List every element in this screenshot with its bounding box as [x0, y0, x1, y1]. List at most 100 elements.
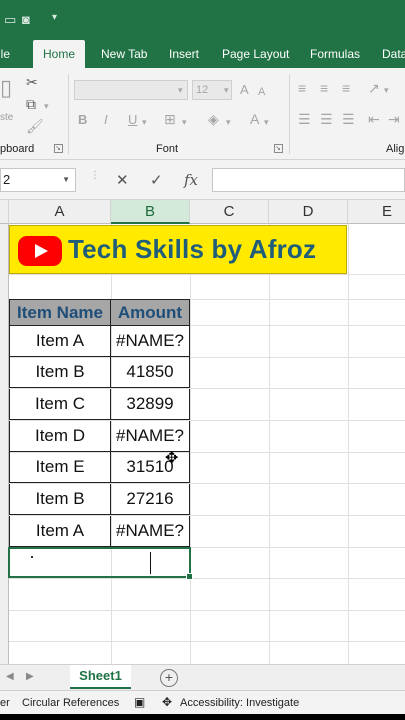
- formula-input[interactable]: [212, 168, 405, 192]
- borders-dropdown-icon[interactable]: ▾: [182, 114, 187, 130]
- underline-button[interactable]: U: [128, 112, 137, 128]
- table-cell-amount[interactable]: #NAME?: [111, 516, 190, 547]
- clipboard-launcher-icon[interactable]: ↘: [54, 144, 63, 153]
- row-headers[interactable]: [0, 224, 9, 664]
- align-bottom-icon[interactable]: ≡: [342, 80, 350, 96]
- paste-label[interactable]: ste: [0, 110, 13, 126]
- align-right-icon[interactable]: ☰: [342, 111, 355, 127]
- undo-icon[interactable]: ▭: [4, 12, 16, 28]
- column-header-d[interactable]: D: [269, 200, 348, 224]
- sheet-tab-bar: ◀ ▶ Sheet1 +: [0, 664, 405, 690]
- ribbon-tabs: ile Home New Tab Insert Page Layout Form…: [0, 40, 405, 68]
- name-box-dropdown-icon[interactable]: ▼: [62, 169, 70, 191]
- font-group-label: Font: [156, 143, 179, 155]
- table-cell-amount[interactable]: 32899: [111, 389, 190, 420]
- next-sheet-icon[interactable]: ▶: [26, 671, 34, 682]
- tab-page-layout[interactable]: Page Layout: [222, 40, 289, 68]
- banner-title: Tech Skills by Afroz: [68, 234, 317, 264]
- tab-formulas[interactable]: Formulas: [310, 40, 360, 68]
- table-cell-item[interactable]: Item A: [9, 516, 111, 547]
- table-header-amount[interactable]: Amount: [111, 299, 190, 326]
- status-bar: er Circular References ▣ ✥ Accessibility…: [0, 690, 405, 714]
- name-box-value: 2: [3, 172, 11, 187]
- table-cell-item[interactable]: Item B: [9, 357, 111, 388]
- orientation-dropdown-icon[interactable]: ▾: [384, 82, 389, 98]
- align-top-icon[interactable]: ≡: [298, 80, 306, 96]
- accessibility-icon[interactable]: ✥: [162, 695, 172, 709]
- table-header-item-name[interactable]: Item Name: [9, 299, 111, 326]
- align-middle-icon[interactable]: ≡: [320, 80, 328, 96]
- font-name-select[interactable]: [74, 80, 188, 100]
- macro-record-icon[interactable]: ▣: [134, 695, 145, 709]
- ribbon-home: ▯ ste ✂ ⧉ ▾ 🖌 pboard ↘ ▾ 12 ▾ A A B I U …: [0, 68, 405, 160]
- table-cell-amount[interactable]: 41850: [111, 357, 190, 388]
- tab-data[interactable]: Data: [382, 40, 405, 68]
- cut-icon[interactable]: ✂: [26, 74, 38, 90]
- copy-dropdown-icon[interactable]: ▾: [44, 98, 49, 114]
- select-all-corner[interactable]: [0, 200, 9, 224]
- cancel-icon[interactable]: ✕: [116, 171, 129, 189]
- sheet-tab-sheet1[interactable]: Sheet1: [70, 665, 131, 689]
- youtube-play-icon: [18, 236, 62, 266]
- decrease-font-icon[interactable]: A: [258, 84, 265, 100]
- table-cell-item[interactable]: Item C: [9, 389, 111, 420]
- add-sheet-button[interactable]: +: [160, 669, 178, 687]
- table-cell-amount[interactable]: #NAME?: [111, 326, 190, 357]
- title-bar: ▭ ◙ ▾: [0, 0, 405, 40]
- column-header-e[interactable]: E: [348, 200, 405, 224]
- align-left-icon[interactable]: ☰: [298, 111, 311, 127]
- prev-sheet-icon[interactable]: ◀: [6, 671, 14, 682]
- formula-bar-handle-icon[interactable]: ⋮: [90, 170, 100, 181]
- fill-color-icon[interactable]: ◈: [208, 111, 219, 127]
- increase-font-icon[interactable]: A: [240, 82, 249, 98]
- clipboard-group-label: pboard: [0, 143, 35, 155]
- screen-bottom-edge: [0, 714, 405, 720]
- font-color-dropdown-icon[interactable]: ▾: [264, 114, 269, 130]
- worksheet-grid[interactable]: A B C D E Tech Skills by Afroz Item Name…: [0, 200, 405, 664]
- orientation-icon[interactable]: ↗: [368, 80, 380, 96]
- column-header-c[interactable]: C: [190, 200, 269, 224]
- camera-icon[interactable]: ◙: [22, 12, 30, 27]
- gridline: [9, 578, 405, 579]
- formula-bar: 2 ▼ ⋮ ✕ ✓ fx: [0, 160, 405, 200]
- format-painter-icon[interactable]: 🖌: [26, 118, 44, 134]
- name-box[interactable]: 2 ▼: [0, 168, 76, 192]
- copy-icon[interactable]: ⧉: [26, 96, 36, 112]
- font-name-dropdown-icon[interactable]: ▾: [178, 82, 183, 98]
- decrease-indent-icon[interactable]: ⇤: [368, 111, 380, 127]
- tab-home[interactable]: Home: [33, 40, 86, 68]
- underline-dropdown-icon[interactable]: ▾: [142, 114, 147, 130]
- accessibility-status[interactable]: Accessibility: Investigate: [180, 697, 299, 709]
- italic-button[interactable]: I: [104, 112, 108, 128]
- table-cell-item[interactable]: Item B: [9, 484, 111, 515]
- channel-banner: Tech Skills by Afroz: [9, 225, 347, 274]
- column-header-a[interactable]: A: [9, 200, 111, 224]
- increase-indent-icon[interactable]: ⇥: [388, 111, 400, 127]
- align-center-icon[interactable]: ☰: [320, 111, 333, 127]
- font-size-dropdown-icon[interactable]: ▾: [224, 82, 229, 98]
- column-header-b[interactable]: B: [111, 200, 190, 224]
- cursor-dot: [31, 556, 33, 558]
- group-separator: [289, 74, 290, 154]
- tab-new-tab[interactable]: New Tab: [101, 40, 147, 68]
- active-cell-selection[interactable]: [8, 547, 193, 580]
- customize-quick-access-icon[interactable]: ▾: [52, 12, 57, 23]
- insert-function-icon[interactable]: fx: [184, 171, 198, 189]
- cell-select-cursor-icon: ✥: [165, 450, 179, 467]
- tab-insert[interactable]: Insert: [169, 40, 199, 68]
- circular-references-status[interactable]: Circular References: [22, 697, 119, 709]
- paste-icon[interactable]: ▯: [0, 77, 12, 99]
- status-mode: er: [0, 697, 10, 709]
- table-cell-item[interactable]: Item A: [9, 326, 111, 357]
- font-color-icon[interactable]: A: [250, 111, 259, 127]
- font-launcher-icon[interactable]: ↘: [274, 144, 283, 153]
- table-cell-amount[interactable]: 27216: [111, 484, 190, 515]
- bold-button[interactable]: B: [78, 112, 87, 128]
- enter-icon[interactable]: ✓: [150, 171, 163, 189]
- table-cell-item[interactable]: Item D: [9, 421, 111, 452]
- borders-icon[interactable]: ⊞: [164, 111, 176, 127]
- table-cell-item[interactable]: Item E: [9, 452, 111, 483]
- tab-file[interactable]: ile: [0, 40, 10, 68]
- fill-color-dropdown-icon[interactable]: ▾: [226, 114, 231, 130]
- gridline: [9, 610, 405, 611]
